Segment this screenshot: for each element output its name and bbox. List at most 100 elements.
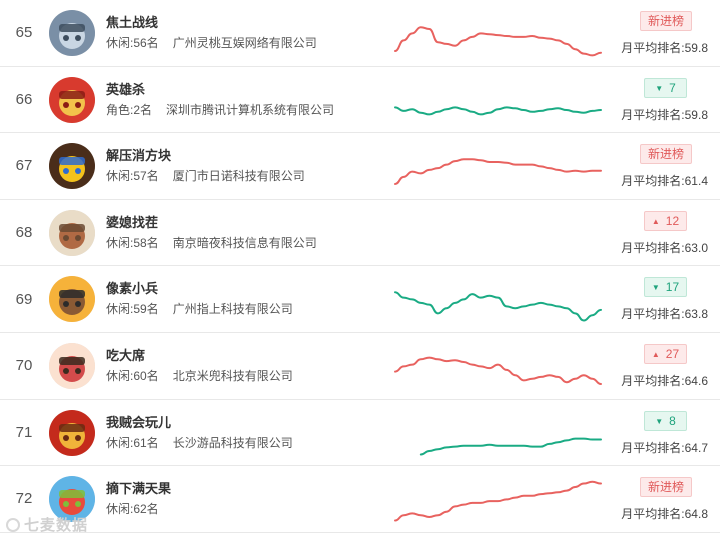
trend-line bbox=[394, 480, 602, 522]
rank-number: 66 bbox=[15, 90, 33, 108]
list-item[interactable]: 65 焦土战线 休闲:56名 广州灵桃互娱网络有限公司 新进榜 月平均排名:59.… bbox=[0, 0, 720, 67]
rank-change-value: 27 bbox=[665, 346, 680, 361]
app-name[interactable]: 解压消方块 bbox=[106, 145, 171, 164]
company-name: 厦门市日诺科技有限公司 bbox=[172, 169, 305, 184]
trend-line bbox=[394, 291, 602, 322]
category-rank: 角色:2名 bbox=[106, 102, 153, 117]
treasure-game-icon[interactable] bbox=[49, 409, 95, 456]
monthly-average-rank: 月平均排名:61.4 bbox=[621, 174, 708, 189]
monthly-average-rank: 月平均排名:64.8 bbox=[621, 507, 708, 522]
rank-number: 69 bbox=[15, 290, 33, 308]
category-rank: 休闲:56名 bbox=[106, 36, 159, 50]
rank-change-arrow-icon: ▲ bbox=[651, 349, 660, 359]
rank-change-badge: 新进榜 bbox=[640, 477, 692, 498]
trend-line bbox=[419, 437, 602, 456]
rank-change-value: 7 bbox=[669, 80, 676, 95]
rank-sparkline bbox=[392, 274, 604, 328]
rank-sparkline bbox=[392, 8, 604, 62]
monthly-average-rank: 月平均排名:59.8 bbox=[621, 41, 708, 55]
rank-number: 71 bbox=[15, 423, 33, 441]
rank-change-value: 新进榜 bbox=[647, 480, 684, 495]
list-item[interactable]: 69 像素小兵 休闲:59名 广州指上科技有限公司 ▼ 17 月平均排名:63.8 bbox=[0, 266, 720, 333]
ranking-list: 65 焦土战线 休闲:56名 广州灵桃互娱网络有限公司 新进榜 月平均排名:59.… bbox=[0, 0, 720, 533]
rank-change-badge: 新进榜 bbox=[640, 11, 692, 31]
rank-number: 68 bbox=[15, 224, 33, 242]
company-name: 广州灵桃互娱网络有限公司 bbox=[172, 36, 317, 50]
list-item[interactable]: 67 解压消方块 休闲:57名 厦门市日诺科技有限公司 新进榜 月平均排名:61.… bbox=[0, 133, 720, 200]
list-item[interactable]: 71 我贼会玩儿 休闲:61名 长沙游品科技有限公司 ▼ 8 月平均排名:64.7 bbox=[0, 400, 720, 467]
app-meta: 休闲:56名 广州灵桃互娱网络有限公司 bbox=[106, 34, 317, 51]
monthly-average-rank: 月平均排名:63.0 bbox=[621, 240, 708, 255]
app-name[interactable]: 摘下满天果 bbox=[106, 478, 171, 497]
list-item[interactable]: 68 婆媳找茬 休闲:58名 南京暗夜科技信息有限公司 ▲ 12 月平均排名:63.… bbox=[0, 200, 720, 267]
app-name[interactable]: 我贼会玩儿 bbox=[106, 412, 171, 431]
rank-change-arrow-icon: ▼ bbox=[655, 83, 664, 93]
banquet-game-icon[interactable] bbox=[49, 342, 95, 389]
trend-line bbox=[394, 105, 602, 115]
company-name: 广州指上科技有限公司 bbox=[172, 302, 293, 317]
rank-change-arrow-icon: ▲ bbox=[651, 216, 660, 226]
rank-change-badge: ▼ 17 bbox=[644, 277, 687, 298]
rank-change-badge: 新进榜 bbox=[640, 144, 692, 165]
rank-change-badge: ▲ 27 bbox=[644, 343, 687, 364]
rank-change-badge: ▲ 12 bbox=[644, 210, 687, 231]
rank-sparkline bbox=[392, 341, 604, 395]
app-name[interactable]: 婆媳找茬 bbox=[106, 212, 158, 231]
company-name: 深圳市腾讯计算机系统有限公司 bbox=[166, 102, 335, 117]
rank-sparkline bbox=[392, 75, 604, 129]
category-rank: 休闲:62名 bbox=[106, 502, 159, 517]
trend-line bbox=[394, 356, 602, 385]
monthly-average-rank: 月平均排名:59.8 bbox=[621, 107, 708, 122]
rank-number: 67 bbox=[15, 157, 33, 175]
rank-change-value: 新进榜 bbox=[647, 147, 684, 162]
app-meta: 休闲:60名 北京米兜科技有限公司 bbox=[106, 367, 293, 384]
app-name[interactable]: 吃大席 bbox=[106, 345, 145, 364]
company-name: 北京米兜科技有限公司 bbox=[172, 368, 293, 383]
rank-change-arrow-icon: ▼ bbox=[655, 416, 664, 426]
company-name: 南京暗夜科技信息有限公司 bbox=[172, 235, 317, 250]
app-meta: 休闲:59名 广州指上科技有限公司 bbox=[106, 300, 293, 317]
rank-sparkline bbox=[392, 474, 604, 528]
rank-sparkline bbox=[392, 141, 604, 195]
category-rank: 休闲:59名 bbox=[106, 302, 159, 317]
app-meta: 角色:2名 深圳市腾讯计算机系统有限公司 bbox=[106, 101, 334, 118]
rank-number: 70 bbox=[15, 357, 33, 375]
monthly-average-rank: 月平均排名:63.8 bbox=[621, 307, 708, 322]
trend-line bbox=[394, 158, 602, 186]
company-name: 长沙游品科技有限公司 bbox=[172, 435, 293, 450]
watermark-logo-icon bbox=[6, 518, 20, 532]
rank-number: 65 bbox=[15, 24, 33, 42]
app-name[interactable]: 焦土战线 bbox=[106, 12, 158, 31]
category-rank: 休闲:58名 bbox=[106, 235, 159, 250]
category-rank: 休闲:61名 bbox=[106, 435, 159, 450]
trend-line bbox=[394, 26, 602, 57]
list-item[interactable]: 72 摘下满天果 休闲:62名 新进榜 月平均排名:64.8 bbox=[0, 466, 720, 533]
app-name[interactable]: 英雄杀 bbox=[106, 79, 145, 98]
category-rank: 休闲:60名 bbox=[106, 368, 159, 383]
rank-change-value: 8 bbox=[669, 413, 676, 428]
rank-change-arrow-icon: ▼ bbox=[651, 283, 660, 293]
app-meta: 休闲:61名 长沙游品科技有限公司 bbox=[106, 434, 293, 451]
monthly-average-rank: 月平均排名:64.6 bbox=[621, 373, 708, 388]
block-puzzle-icon[interactable] bbox=[49, 143, 95, 190]
rank-change-badge: ▼ 7 bbox=[644, 77, 687, 98]
monthly-average-rank: 月平均排名:64.7 bbox=[621, 440, 708, 455]
airship-game-icon[interactable] bbox=[49, 10, 95, 56]
hero-kill-game-icon[interactable] bbox=[49, 76, 95, 123]
rank-change-value: 12 bbox=[665, 213, 680, 228]
watermark: 七麦数据 bbox=[6, 514, 88, 535]
rank-change-value: 新进榜 bbox=[647, 14, 684, 28]
rank-change-badge: ▼ 8 bbox=[644, 410, 687, 431]
app-meta: 休闲:57名 厦门市日诺科技有限公司 bbox=[106, 167, 305, 184]
rank-change-value: 17 bbox=[665, 280, 680, 295]
list-item[interactable]: 66 英雄杀 角色:2名 深圳市腾讯计算机系统有限公司 ▼ 7 月平均排名:59.8 bbox=[0, 67, 720, 134]
app-meta: 休闲:58名 南京暗夜科技信息有限公司 bbox=[106, 234, 317, 251]
app-meta: 休闲:62名 bbox=[106, 500, 173, 517]
app-name[interactable]: 像素小兵 bbox=[106, 278, 158, 297]
mother-in-law-game-icon[interactable] bbox=[49, 209, 95, 256]
category-rank: 休闲:57名 bbox=[106, 169, 159, 184]
list-item[interactable]: 70 吃大席 休闲:60名 北京米兜科技有限公司 ▲ 27 月平均排名:64.6 bbox=[0, 333, 720, 400]
pixel-soldier-icon[interactable] bbox=[49, 276, 95, 323]
rank-sparkline bbox=[392, 408, 604, 462]
rank-sparkline bbox=[392, 208, 604, 262]
